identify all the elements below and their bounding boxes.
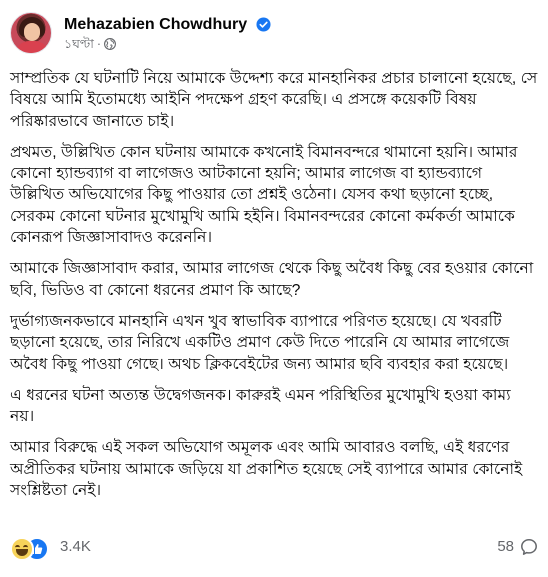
post-paragraph: আমাকে জিজ্ঞাসাবাদ করার, আমার লাগেজ থেকে … — [10, 260, 534, 299]
post-time[interactable]: ১ঘণ্টা — [64, 37, 94, 51]
author-name[interactable]: Mehazabien Chowdhury — [64, 16, 247, 34]
comment-icon[interactable] — [520, 538, 538, 556]
avatar-body — [15, 41, 49, 53]
author-row: Mehazabien Chowdhury — [64, 14, 271, 34]
post-header: Mehazabien Chowdhury ১ঘণ্টা · — [10, 12, 530, 56]
reaction-icons[interactable] — [10, 537, 54, 561]
verified-badge-icon — [256, 17, 271, 32]
post-body: সাম্প্রতিক যে ঘটনাটি নিয়ে আমাকে উদ্দেশ্… — [10, 68, 538, 511]
globe-icon[interactable] — [104, 38, 116, 50]
haha-icon — [10, 537, 34, 561]
avatar-face — [24, 23, 40, 41]
post-footer: 3.4K 58 — [10, 534, 538, 562]
meta-separator: · — [96, 37, 101, 51]
post-paragraph: আমার বিরুদ্ধে এই সকল অভিযোগ অমূলক এবং আম… — [10, 439, 523, 500]
post-paragraph: এ ধরনের ঘটনা অত্যন্ত উদ্বেগজনক। কারুরই এ… — [10, 386, 511, 426]
reaction-count[interactable]: 3.4K — [60, 538, 91, 555]
post-paragraph: দুর্ভাগ্যজনকভাবে মানহানি এখন খুব স্বাভাব… — [10, 312, 510, 373]
post-meta: ১ঘণ্টা · — [64, 36, 116, 56]
post-paragraph: সাম্প্রতিক যে ঘটনাটি নিয়ে আমাকে উদ্দেশ্… — [10, 70, 538, 130]
avatar[interactable] — [10, 12, 52, 54]
comment-count[interactable]: 58 — [497, 538, 514, 555]
post-paragraph: প্রথমত, উল্লিখিত কোন ঘটনায় আমাকে কখনোই … — [10, 143, 518, 247]
facebook-post: Mehazabien Chowdhury ১ঘণ্টা · সাম্প্রতিক … — [0, 0, 548, 577]
